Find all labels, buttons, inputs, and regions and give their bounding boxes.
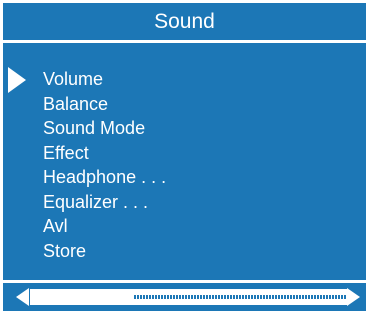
- menu-item-headphone[interactable]: Headphone . . .: [43, 165, 166, 190]
- sound-menu-screen: Sound Volume Balance Sound Mode Effect H…: [0, 0, 369, 313]
- menu-item-store[interactable]: Store: [43, 239, 166, 264]
- value-slider[interactable]: [3, 283, 366, 311]
- slider-remaining: [134, 295, 346, 299]
- menu-item-effect[interactable]: Effect: [43, 141, 166, 166]
- menu-item-avl[interactable]: Avl: [43, 214, 166, 239]
- page-title: Sound: [3, 3, 366, 40]
- selection-pointer-icon: [8, 67, 26, 93]
- menu-item-equalizer[interactable]: Equalizer . . .: [43, 190, 166, 215]
- menu-item-balance[interactable]: Balance: [43, 92, 166, 117]
- menu-item-sound-mode[interactable]: Sound Mode: [43, 116, 166, 141]
- menu-list: Volume Balance Sound Mode Effect Headpho…: [43, 67, 166, 263]
- arrow-left-icon[interactable]: [16, 288, 29, 306]
- slider-fill: [30, 289, 132, 305]
- menu-item-volume[interactable]: Volume: [43, 67, 166, 92]
- menu-panel: Volume Balance Sound Mode Effect Headpho…: [3, 43, 366, 280]
- arrow-right-icon[interactable]: [347, 288, 360, 306]
- slider-track[interactable]: [30, 289, 348, 305]
